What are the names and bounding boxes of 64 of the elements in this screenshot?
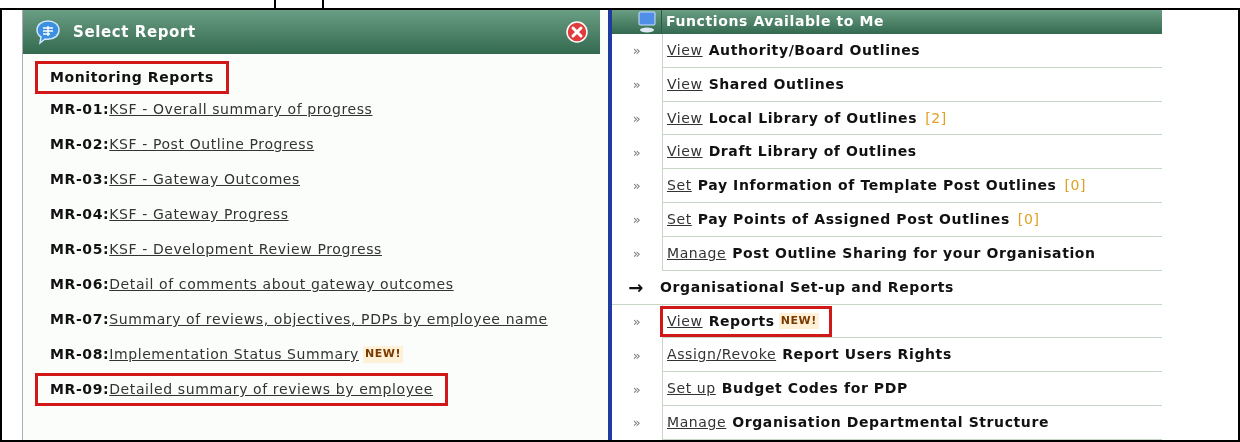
- section-heading: Monitoring Reports: [35, 60, 229, 94]
- chevron-icon: »: [612, 406, 662, 440]
- action-link[interactable]: Assign/Revoke: [667, 344, 777, 366]
- speech-bubble-icon: [35, 19, 61, 45]
- function-label: Draft Library of Outlines: [708, 142, 917, 162]
- report-code: MR-06:: [50, 275, 110, 294]
- report-code: MR-09:: [50, 380, 110, 399]
- function-label: Pay Points of Assigned Post Outlines: [697, 210, 1010, 230]
- report-code: MR-07:: [50, 310, 110, 329]
- function-label: Local Library of Outlines: [708, 108, 918, 128]
- report-link[interactable]: Detailed summary of reviews by employee: [109, 379, 434, 400]
- arrow-icon: →: [612, 273, 660, 301]
- report-link[interactable]: KSF - Post Outline Progress: [109, 134, 315, 155]
- function-label: Pay Information of Template Post Outlines: [697, 176, 1057, 196]
- action-link[interactable]: Set up: [667, 378, 716, 400]
- action-link[interactable]: View: [667, 107, 703, 129]
- function-label: Authority/Board Outlines: [708, 40, 921, 60]
- chevron-icon: »: [612, 372, 662, 407]
- item-count: [0]: [1017, 210, 1040, 230]
- chevron-icon: »: [612, 338, 662, 373]
- report-link[interactable]: Detail of comments about gateway outcomes: [109, 274, 454, 295]
- chevron-icon: »: [612, 135, 662, 170]
- report-code: MR-02:: [50, 135, 110, 154]
- item-count: [2]: [925, 108, 947, 128]
- report-link[interactable]: KSF - Overall summary of progress: [109, 99, 373, 120]
- action-link[interactable]: Set: [667, 209, 692, 231]
- action-link[interactable]: View: [667, 39, 703, 61]
- report-link[interactable]: KSF - Development Review Progress: [109, 239, 382, 260]
- report-code: MR-03:: [50, 170, 110, 189]
- action-link[interactable]: View: [667, 73, 703, 95]
- chevron-icon: »: [612, 203, 662, 237]
- function-label: Post Outline Sharing for your Organisation: [732, 243, 1096, 263]
- dialog-title: Select Report: [73, 21, 197, 43]
- function-label: Organisation Departmental Structure: [732, 413, 1050, 433]
- new-badge: NEW!: [778, 312, 819, 330]
- chevron-icon: »: [612, 33, 662, 68]
- report-link[interactable]: Implementation Status Summary: [109, 344, 359, 365]
- function-label: Budget Codes for PDP: [721, 379, 908, 399]
- new-badge: NEW!: [362, 346, 404, 363]
- functions-title: Functions Available to Me: [665, 12, 885, 32]
- report-link[interactable]: Summary of reviews, objectives, PDPs by employee name: [109, 309, 548, 330]
- item-count: [0]: [1064, 176, 1087, 196]
- report-code: MR-05:: [50, 240, 110, 259]
- chevron-icon: »: [612, 304, 662, 339]
- function-label: Report Users Rights: [782, 345, 952, 365]
- report-code: MR-08:: [50, 345, 110, 364]
- chevron-icon: »: [612, 67, 662, 102]
- chevron-icon: »: [612, 101, 662, 136]
- report-link[interactable]: KSF - Gateway Progress: [109, 204, 289, 225]
- function-label: Shared Outlines: [708, 74, 845, 94]
- monitor-icon: [637, 10, 657, 33]
- report-code: MR-04:: [50, 205, 110, 224]
- chevron-icon: »: [612, 236, 662, 271]
- function-label: Reports: [708, 311, 775, 331]
- action-link[interactable]: Set: [667, 175, 692, 197]
- action-link[interactable]: View: [667, 141, 703, 163]
- section-heading: Organisational Set-up and Reports: [660, 277, 954, 297]
- action-link[interactable]: Manage: [667, 412, 727, 434]
- action-link[interactable]: View: [667, 310, 703, 332]
- report-link[interactable]: KSF - Gateway Outcomes: [109, 169, 300, 190]
- close-icon[interactable]: [566, 21, 588, 43]
- action-link[interactable]: Manage: [667, 242, 727, 264]
- chevron-icon: »: [612, 169, 662, 204]
- report-code: MR-01:: [50, 100, 110, 119]
